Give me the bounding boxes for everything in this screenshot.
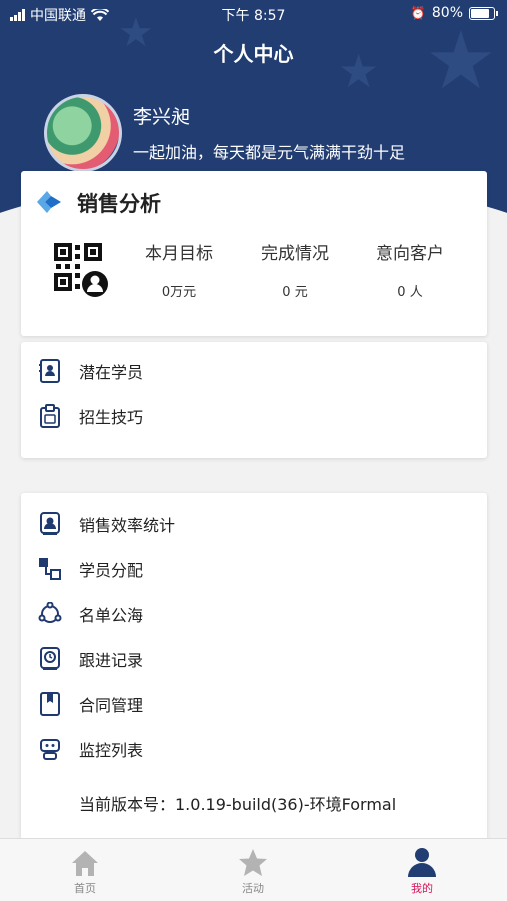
user-name: 李兴昶 <box>133 106 191 128</box>
tab-label: 首页 <box>74 882 96 895</box>
profile-badge-icon <box>37 511 63 537</box>
clipboard-icon <box>37 403 63 429</box>
stat-label: 意向客户 <box>376 244 444 264</box>
version-text: 当前版本号：1.0.19-build(36)-环境Formal <box>79 795 397 814</box>
contact-card-icon <box>37 358 63 384</box>
stat-completion: 完成情况 0 元 <box>235 239 355 300</box>
sales-analysis-card: 销售分析 本月目标 0万元 完成情况 0 元 意向客户 0 人 <box>21 171 487 336</box>
qr-code-icon[interactable] <box>54 243 108 297</box>
star-icon <box>213 845 293 877</box>
menu-item-label: 学员分配 <box>79 561 144 580</box>
avatar[interactable] <box>44 94 122 172</box>
tab-mine[interactable]: 我的 <box>382 845 462 896</box>
menu-item-label: 合同管理 <box>79 696 144 715</box>
menu-item-potential-students[interactable]: 潜在学员 <box>37 356 143 386</box>
menu-item-follow-up-records[interactable]: 跟进记录 <box>37 644 143 674</box>
alarm-icon: ⏰ <box>410 6 426 20</box>
monitor-robot-icon <box>37 736 63 762</box>
menu-item-contract-management[interactable]: 合同管理 <box>37 689 143 719</box>
home-icon <box>45 845 125 877</box>
battery-percent: 80% <box>431 5 463 21</box>
tab-activity[interactable]: 活动 <box>213 845 293 896</box>
tab-home[interactable]: 首页 <box>45 845 125 896</box>
record-icon <box>37 646 63 672</box>
menu-item-label: 潜在学员 <box>79 363 144 382</box>
assign-icon <box>37 556 63 582</box>
contract-icon <box>37 691 63 717</box>
menu-item-label: 销售效率统计 <box>79 516 176 535</box>
person-icon <box>382 845 462 877</box>
tab-label: 我的 <box>411 882 433 895</box>
menu-item-public-list[interactable]: 名单公海 <box>37 599 143 629</box>
menu-item-student-assignment[interactable]: 学员分配 <box>37 554 143 584</box>
menu-group-students: 潜在学员 招生技巧 <box>21 342 487 458</box>
stat-monthly-target: 本月目标 0万元 <box>119 239 239 300</box>
page-title: 个人中心 <box>213 42 294 66</box>
tab-label: 活动 <box>242 882 264 895</box>
sales-analysis-icon <box>37 191 61 213</box>
menu-group-management: 销售效率统计 学员分配 名单公海 跟进记录 合同管理 监控列表 当前版本号：1.… <box>21 493 487 853</box>
stat-value: 0 元 <box>282 285 308 300</box>
status-bar: 中国联通 下午 8:57 ⏰ 80% <box>0 0 507 28</box>
sales-analysis-title: 销售分析 <box>77 192 161 216</box>
menu-item-monitoring-list[interactable]: 监控列表 <box>37 734 143 764</box>
stat-label: 完成情况 <box>261 244 329 264</box>
stat-value: 0万元 <box>161 285 197 300</box>
stat-intended-customers: 意向客户 0 人 <box>350 239 470 300</box>
menu-item-label: 跟进记录 <box>79 651 144 670</box>
user-motto: 一起加油，每天都是元气满满干劲十足 <box>133 143 406 162</box>
menu-item-label: 招生技巧 <box>79 408 144 427</box>
menu-item-sales-efficiency[interactable]: 销售效率统计 <box>37 509 175 539</box>
menu-item-label: 监控列表 <box>79 741 144 760</box>
stat-label: 本月目标 <box>145 244 213 264</box>
menu-item-enrollment-tips[interactable]: 招生技巧 <box>37 401 143 431</box>
battery-icon <box>469 6 498 20</box>
network-icon <box>37 601 63 627</box>
tab-bar: 首页 活动 我的 <box>0 838 507 901</box>
menu-item-label: 名单公海 <box>79 606 144 625</box>
stat-value: 0 人 <box>397 285 423 300</box>
